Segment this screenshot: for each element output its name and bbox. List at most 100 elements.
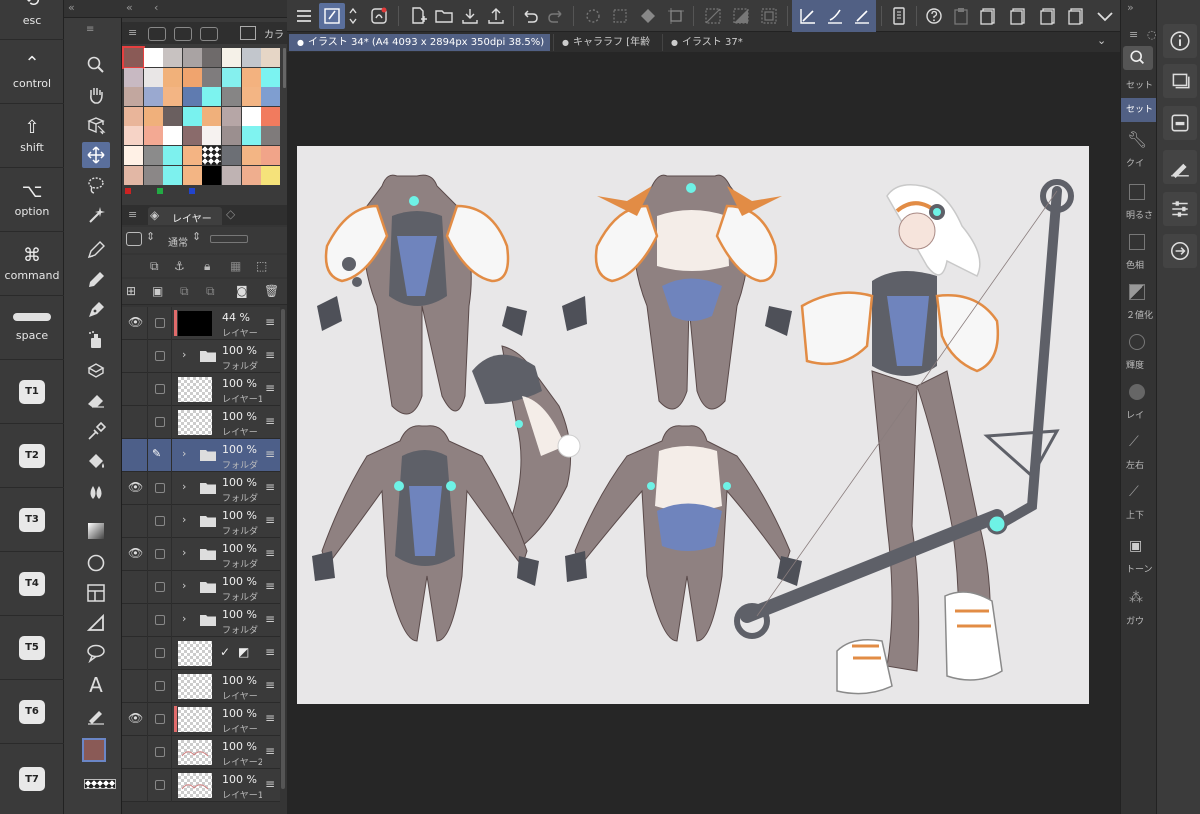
tab-document[interactable]: ● イラスト 37* [662, 34, 762, 51]
color-swatch[interactable] [241, 48, 261, 67]
visibility-cell[interactable] [122, 340, 148, 373]
layer-menu-icon[interactable]: ≡ [265, 315, 275, 329]
right-panel-item-luminance[interactable]: 輝度 [1121, 358, 1157, 372]
color-swatch[interactable] [182, 165, 202, 185]
control-key[interactable]: ⌃ control [0, 40, 64, 104]
visibility-cell[interactable] [122, 736, 148, 769]
t3-key[interactable]: T3 [0, 488, 64, 552]
layer-tab[interactable]: ◈ レイヤー [148, 207, 222, 225]
right-panel-item-hue[interactable]: 色相 [1121, 258, 1157, 272]
color-swatch[interactable] [143, 106, 163, 126]
layer-row[interactable]: ✓ ◩ ≡ [122, 637, 280, 670]
space-key[interactable]: space [0, 296, 64, 360]
color-swatch[interactable] [182, 106, 202, 126]
visibility-cell[interactable] [122, 505, 148, 538]
panel-menu-icon[interactable]: ≡ [128, 208, 137, 221]
palette-scrollbar[interactable] [283, 48, 286, 88]
color-swatch[interactable] [202, 126, 222, 146]
lock-transparency-icon[interactable]: ▦ [230, 259, 241, 273]
transform-icon[interactable] [663, 3, 689, 29]
color-swatch[interactable] [222, 106, 241, 126]
layer-mask-icon[interactable]: ◙ [236, 284, 248, 298]
layer-row[interactable]: 👁︎ 100 % レイヤー ≡ [122, 703, 280, 736]
t2-key[interactable]: T2 [0, 424, 64, 488]
invert-selection-icon[interactable] [728, 3, 754, 29]
color-swatch[interactable] [122, 46, 145, 69]
new-raster-layer-icon[interactable]: ⊞ [126, 284, 136, 298]
color-swatch[interactable] [202, 87, 222, 107]
layer-checkbox[interactable] [155, 747, 165, 757]
companion-link-icon[interactable] [1163, 234, 1197, 268]
right-panel-item-set-active[interactable]: セット [1121, 98, 1157, 122]
snap-grid-icon[interactable] [849, 3, 875, 29]
layer-color-icon[interactable] [126, 232, 142, 246]
shift-key[interactable]: ⇧ shift [0, 104, 64, 168]
select-all-icon[interactable] [756, 3, 782, 29]
layer-menu-icon[interactable]: ≡ [265, 678, 275, 692]
visibility-cell[interactable] [122, 670, 148, 703]
fill-tool-icon[interactable] [82, 449, 110, 475]
layer-checkbox[interactable] [155, 318, 165, 328]
color-swatch[interactable] [202, 48, 222, 67]
layer-checkbox[interactable] [155, 483, 165, 493]
correct-line-tool-icon[interactable] [82, 702, 110, 728]
tone-icon[interactable]: ▣ [1129, 538, 1142, 554]
right-panel-item-brightness[interactable]: 明るさ [1121, 208, 1157, 222]
panel-menu-icon[interactable]: ≡ [1129, 28, 1138, 41]
figure-tool-icon[interactable] [82, 550, 110, 576]
layer-checkbox[interactable] [155, 351, 165, 361]
delete-layer-icon[interactable]: 🗑︎ [264, 284, 279, 298]
t5-key[interactable]: T5 [0, 616, 64, 680]
collapse-left-icon[interactable]: « [68, 1, 75, 14]
copy-merged-icon[interactable] [1005, 3, 1031, 29]
layer-row[interactable]: 100 % レイヤー ≡ [122, 670, 280, 703]
color-wheel-tab-icon[interactable] [148, 27, 166, 41]
t4-key[interactable]: T4 [0, 552, 64, 616]
layer-row[interactable]: › 100 % フォルダ ≡ [122, 604, 280, 637]
color-swatch[interactable] [182, 67, 202, 87]
blend-tool-icon[interactable] [82, 479, 110, 505]
folder-expand-icon[interactable]: › [182, 579, 186, 592]
loading-spinner-icon[interactable] [580, 3, 606, 29]
folder-expand-icon[interactable]: › [182, 546, 186, 559]
device-icon[interactable] [886, 3, 912, 29]
folder-expand-icon[interactable]: › [182, 513, 186, 526]
folder-expand-icon[interactable]: › [182, 447, 186, 460]
blend-stepper-icon[interactable]: ⇕ [192, 230, 201, 243]
ruler-tool-icon[interactable] [82, 610, 110, 636]
reference-layer-icon[interactable]: ⚓ [174, 259, 185, 273]
luminance-icon[interactable] [1129, 334, 1145, 350]
drawing-canvas[interactable] [297, 146, 1089, 704]
pencil-tool-icon[interactable] [82, 267, 110, 293]
layer-checkbox[interactable] [155, 582, 165, 592]
layer-row[interactable]: ✎ › 100 % フォルダ ≡ [122, 439, 280, 472]
layer-color-circle-icon[interactable] [1129, 384, 1145, 400]
paste-icon[interactable] [948, 3, 974, 29]
color-swatch[interactable] [241, 67, 261, 87]
layer-row[interactable]: 100 % レイヤー1 ≡ [122, 769, 280, 802]
layer-row[interactable]: 100 % レイヤー1 ≡ [122, 373, 280, 406]
color-swatch[interactable] [241, 106, 261, 126]
export-icon[interactable] [483, 3, 509, 29]
t6-key[interactable]: T6 [0, 680, 64, 744]
color-swatch[interactable] [163, 146, 183, 165]
folder-expand-icon[interactable]: › [182, 612, 186, 625]
color-swatch[interactable] [143, 146, 163, 165]
collapse-left-icon[interactable]: « [126, 1, 133, 14]
eye-icon[interactable]: 👁︎ [128, 711, 143, 725]
color-swatch[interactable] [261, 87, 281, 107]
layer-checkbox[interactable] [155, 516, 165, 526]
brightness-icon[interactable] [1129, 184, 1145, 200]
color-swatch[interactable] [143, 48, 163, 67]
info-icon[interactable] [1163, 24, 1197, 58]
visibility-cell[interactable] [122, 769, 148, 802]
eyedropper-tool-icon[interactable] [82, 419, 110, 445]
color-swatch[interactable] [124, 87, 143, 107]
brush-settings-icon[interactable] [1163, 150, 1197, 184]
color-swatch[interactable] [163, 87, 183, 107]
right-panel-item-set[interactable]: セット [1121, 78, 1157, 92]
lock-icon[interactable]: 🔒︎ [204, 259, 210, 274]
adjust-sliders-icon[interactable] [1163, 192, 1197, 226]
move-tool-icon[interactable] [82, 142, 110, 168]
panel-menu-icon[interactable]: ≡ [128, 26, 137, 39]
